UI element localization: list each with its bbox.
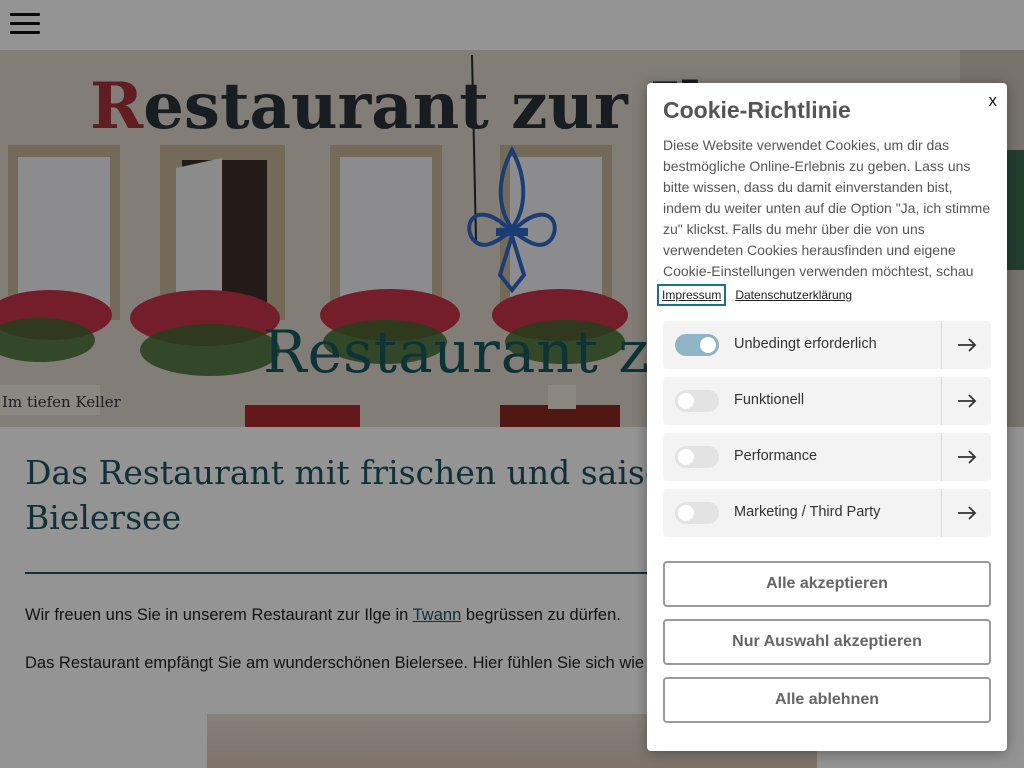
cookie-category-essential: Unbedingt erforderlich [663,321,991,369]
cookie-category-marketing: Marketing / Third Party [663,489,991,537]
category-label: Unbedingt erforderlich [734,336,877,352]
reject-all-button[interactable]: Alle ablehnen [663,677,991,723]
cookie-category-functional: Funktionell [663,377,991,425]
functional-toggle[interactable] [675,390,719,412]
arrow-right-icon[interactable] [941,433,991,481]
essential-toggle[interactable] [675,334,719,356]
cookie-policy-dialog: x Cookie-Richtlinie Diese Website verwen… [647,83,1007,751]
arrow-right-icon[interactable] [941,489,991,537]
impressum-link[interactable]: Impressum [656,284,727,306]
cookie-category-performance: Performance [663,433,991,481]
cookie-links: Impressum Datenschutzerklärung [656,284,863,306]
cookie-description: Diese Website verwendet Cookies, um dir … [663,137,991,279]
accept-all-button[interactable]: Alle akzeptieren [663,561,991,607]
arrow-right-icon[interactable] [941,377,991,425]
category-label: Funktionell [734,392,805,408]
accept-selection-button[interactable]: Nur Auswahl akzeptieren [663,619,991,665]
cookie-dialog-title: Cookie-Richtlinie [663,97,851,123]
privacy-policy-link[interactable]: Datenschutzerklärung [732,286,855,304]
performance-toggle[interactable] [675,446,719,468]
category-label: Performance [734,448,818,464]
arrow-right-icon[interactable] [941,321,991,369]
close-button[interactable]: x [989,91,998,111]
marketing-toggle[interactable] [675,502,719,524]
category-label: Marketing / Third Party [734,504,881,520]
